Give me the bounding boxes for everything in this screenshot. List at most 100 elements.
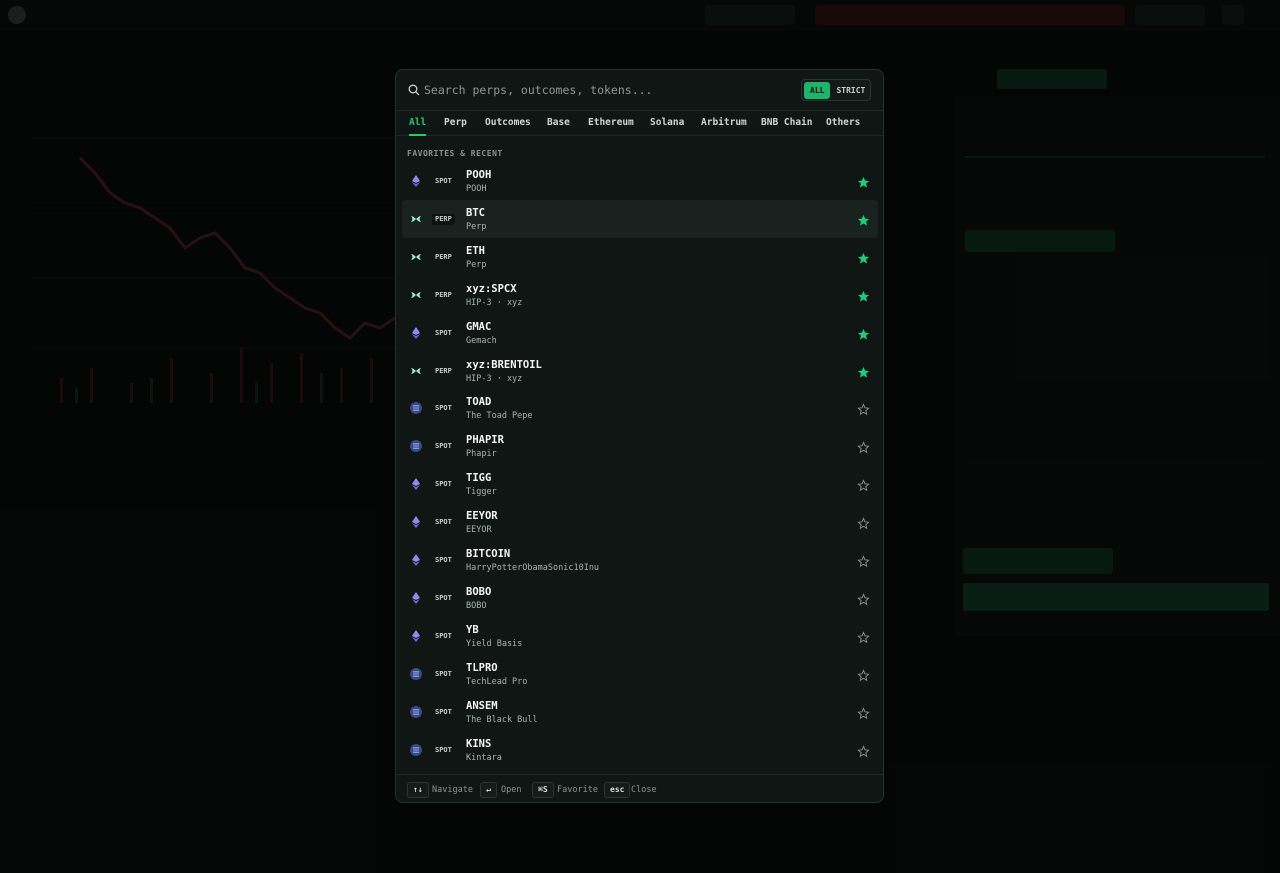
market-name: BOBO — [466, 600, 487, 611]
market-row[interactable]: SPOT TLPRO TechLead Pro — [402, 655, 878, 693]
star-outline-icon[interactable] — [857, 705, 870, 719]
market-symbol: TOAD — [466, 396, 492, 409]
market-symbol: YB — [466, 623, 479, 636]
tab-solana[interactable]: Solana — [650, 111, 684, 136]
market-row[interactable]: PERP ETH Perp — [402, 238, 878, 276]
market-row[interactable]: SPOT ANSEM The Black Bull — [402, 693, 878, 731]
star-filled-icon[interactable] — [857, 212, 870, 226]
mode-all-button[interactable]: ALL — [804, 81, 831, 99]
tab-all[interactable]: All — [409, 111, 427, 136]
market-name: Yield Basis — [466, 638, 523, 649]
market-row[interactable]: PERP BTC Perp — [402, 199, 878, 238]
star-outline-icon[interactable] — [857, 743, 870, 757]
section-label-favorites-recent: FAVORITES & RECENT — [407, 149, 503, 158]
market-type-badge: SPOT — [435, 707, 452, 716]
market-row[interactable]: SPOT TOAD The Toad Pepe — [402, 389, 878, 427]
solana-icon — [410, 440, 422, 453]
market-search-modal: ALL STRICT All Perp Outcomes Base Ethere… — [395, 69, 884, 803]
market-name: Gemach — [466, 335, 497, 346]
search-icon — [408, 84, 420, 96]
market-type-badge: SPOT — [435, 442, 452, 451]
navigate-key: ↑↓ — [407, 782, 429, 798]
tab-others[interactable]: Others — [826, 111, 860, 136]
market-type-badge: SPOT — [435, 177, 452, 185]
market-row[interactable]: PERP xyz:SPCX HIP-3 · xyz — [402, 276, 878, 314]
market-row[interactable]: SPOT YB Yield Basis — [402, 617, 878, 655]
market-symbol: PHAPIR — [466, 434, 504, 447]
open-hint: Open — [501, 785, 522, 795]
star-outline-icon[interactable] — [857, 477, 870, 492]
mode-strict-button[interactable]: STRICT — [830, 82, 871, 99]
market-type-badge: SPOT — [435, 745, 452, 754]
hyperliquid-icon — [410, 213, 422, 225]
hyperliquid-icon — [410, 251, 422, 263]
market-symbol: xyz:SPCX — [466, 282, 517, 295]
market-type-badge: PERP — [432, 213, 455, 225]
market-symbol: GMAC — [466, 320, 492, 333]
star-outline-icon[interactable] — [857, 667, 870, 681]
market-type-badge: SPOT — [435, 631, 452, 640]
market-name: The Toad Pepe — [466, 411, 533, 422]
star-outline-icon[interactable] — [857, 515, 870, 530]
star-filled-icon[interactable] — [857, 288, 870, 302]
solana-icon — [410, 402, 422, 415]
market-symbol: ANSEM — [466, 699, 498, 712]
hyperliquid-icon — [410, 289, 422, 301]
market-row[interactable]: SPOT PHAPIR Phapir — [402, 427, 878, 465]
market-type-badge: SPOT — [435, 480, 452, 489]
star-filled-icon[interactable] — [857, 174, 870, 188]
market-symbol: BOBO — [466, 585, 492, 598]
market-row[interactable]: SPOT POOH POOH — [402, 162, 878, 200]
tab-arbitrum[interactable]: Arbitrum — [701, 111, 747, 136]
market-type-badge: SPOT — [435, 328, 452, 337]
favorite-hint: Favorite — [557, 785, 598, 795]
star-filled-icon[interactable] — [857, 326, 870, 340]
market-row[interactable]: SPOT BITCOIN HarryPotterObamaSonic10Inu — [402, 541, 878, 579]
star-outline-icon[interactable] — [857, 401, 870, 416]
market-row[interactable]: SPOT EEYOR EEYOR — [402, 503, 878, 541]
star-outline-icon[interactable] — [857, 629, 870, 644]
market-name: POOH — [466, 184, 487, 194]
tab-outcomes[interactable]: Outcomes — [485, 111, 531, 136]
star-outline-icon[interactable] — [857, 553, 870, 568]
close-hint: Close — [631, 785, 657, 795]
market-symbol: KINS — [466, 737, 492, 750]
tab-ethereum[interactable]: Ethereum — [588, 111, 634, 136]
open-key: ↵ — [480, 782, 497, 798]
star-outline-icon[interactable] — [857, 439, 870, 454]
market-row[interactable]: SPOT GMAC Gemach — [402, 314, 878, 352]
market-symbol: BITCOIN — [466, 548, 511, 560]
market-row[interactable]: SPOT KINS Kintara — [402, 731, 878, 769]
solana-icon — [410, 667, 422, 680]
market-symbol: POOH — [466, 169, 492, 181]
favorite-key: ⌘S — [532, 782, 554, 798]
search-bar: ALL STRICT — [396, 70, 883, 111]
market-symbol: EEYOR — [466, 510, 498, 523]
solana-icon — [410, 705, 422, 718]
market-type-badge: SPOT — [435, 593, 452, 602]
tab-perp[interactable]: Perp — [444, 111, 467, 136]
market-symbol: ETH — [466, 244, 485, 257]
solana-icon — [410, 743, 422, 756]
market-type-badge: PERP — [435, 366, 452, 375]
market-name: Perp — [466, 221, 487, 232]
ethereum-icon — [410, 591, 422, 604]
market-row[interactable]: SPOT BOBO BOBO — [402, 579, 878, 617]
market-row[interactable]: PERP xyz:BRENTOIL HIP-3 · xyz — [402, 352, 878, 390]
market-type-badge: SPOT — [435, 518, 452, 527]
ethereum-icon — [410, 326, 422, 339]
market-type-badge: SPOT — [435, 404, 452, 413]
star-filled-icon[interactable] — [857, 250, 870, 264]
market-type-badge: SPOT — [435, 669, 452, 678]
tab-base[interactable]: Base — [547, 111, 570, 136]
ethereum-icon — [410, 554, 422, 566]
close-key: esc — [604, 782, 631, 798]
market-type-badge: SPOT — [435, 556, 452, 564]
star-outline-icon[interactable] — [857, 591, 870, 606]
star-filled-icon[interactable] — [857, 364, 870, 378]
tab-bnb-chain[interactable]: BNB Chain — [761, 111, 812, 136]
match-mode-toggle: ALL STRICT — [801, 79, 871, 101]
market-row[interactable]: SPOT TIGG Tigger — [402, 465, 878, 503]
search-input[interactable] — [424, 79, 794, 101]
market-symbol: BTC — [466, 206, 485, 219]
